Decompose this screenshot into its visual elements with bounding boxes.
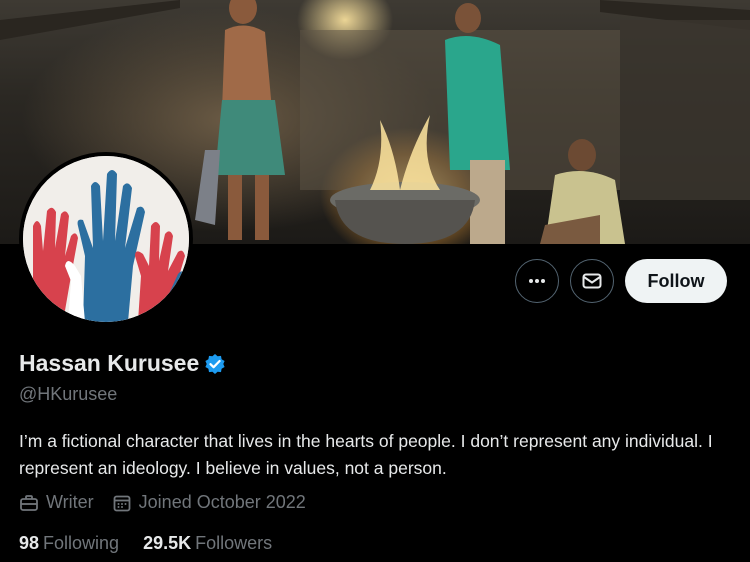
following-count: 98	[19, 533, 40, 553]
following-label: Following	[43, 533, 120, 553]
profile-name: Hassan Kurusee	[19, 350, 200, 376]
profile-name-row: Hassan Kurusee	[19, 350, 226, 377]
profile-handle: @HKurusee	[19, 384, 118, 404]
raised-hands-logo	[23, 156, 189, 322]
profession-label: Writer	[46, 492, 94, 512]
calendar-icon	[113, 495, 131, 511]
profile-bio: I’m a fictional character that lives in …	[19, 431, 713, 478]
more-icon	[529, 279, 545, 283]
followers-link[interactable]: 29.5K Followers	[143, 533, 272, 554]
profession-item: Writer	[19, 492, 94, 513]
verified-badge-icon[interactable]	[204, 353, 226, 375]
envelope-icon	[582, 273, 602, 289]
follow-button[interactable]: Follow	[625, 259, 727, 303]
message-button[interactable]	[570, 259, 614, 303]
joined-item: Joined October 2022	[112, 492, 306, 513]
following-link[interactable]: 98 Following	[19, 533, 119, 554]
profile-meta: Writer Joined October 2022	[19, 492, 324, 513]
profile-avatar[interactable]	[19, 152, 193, 326]
followers-count: 29.5K	[143, 533, 192, 553]
more-button[interactable]	[515, 259, 559, 303]
joined-label: Joined October 2022	[138, 492, 306, 512]
briefcase-icon	[20, 494, 38, 511]
profile-stats: 98 Following 29.5K Followers	[19, 533, 296, 554]
followers-label: Followers	[195, 533, 273, 553]
